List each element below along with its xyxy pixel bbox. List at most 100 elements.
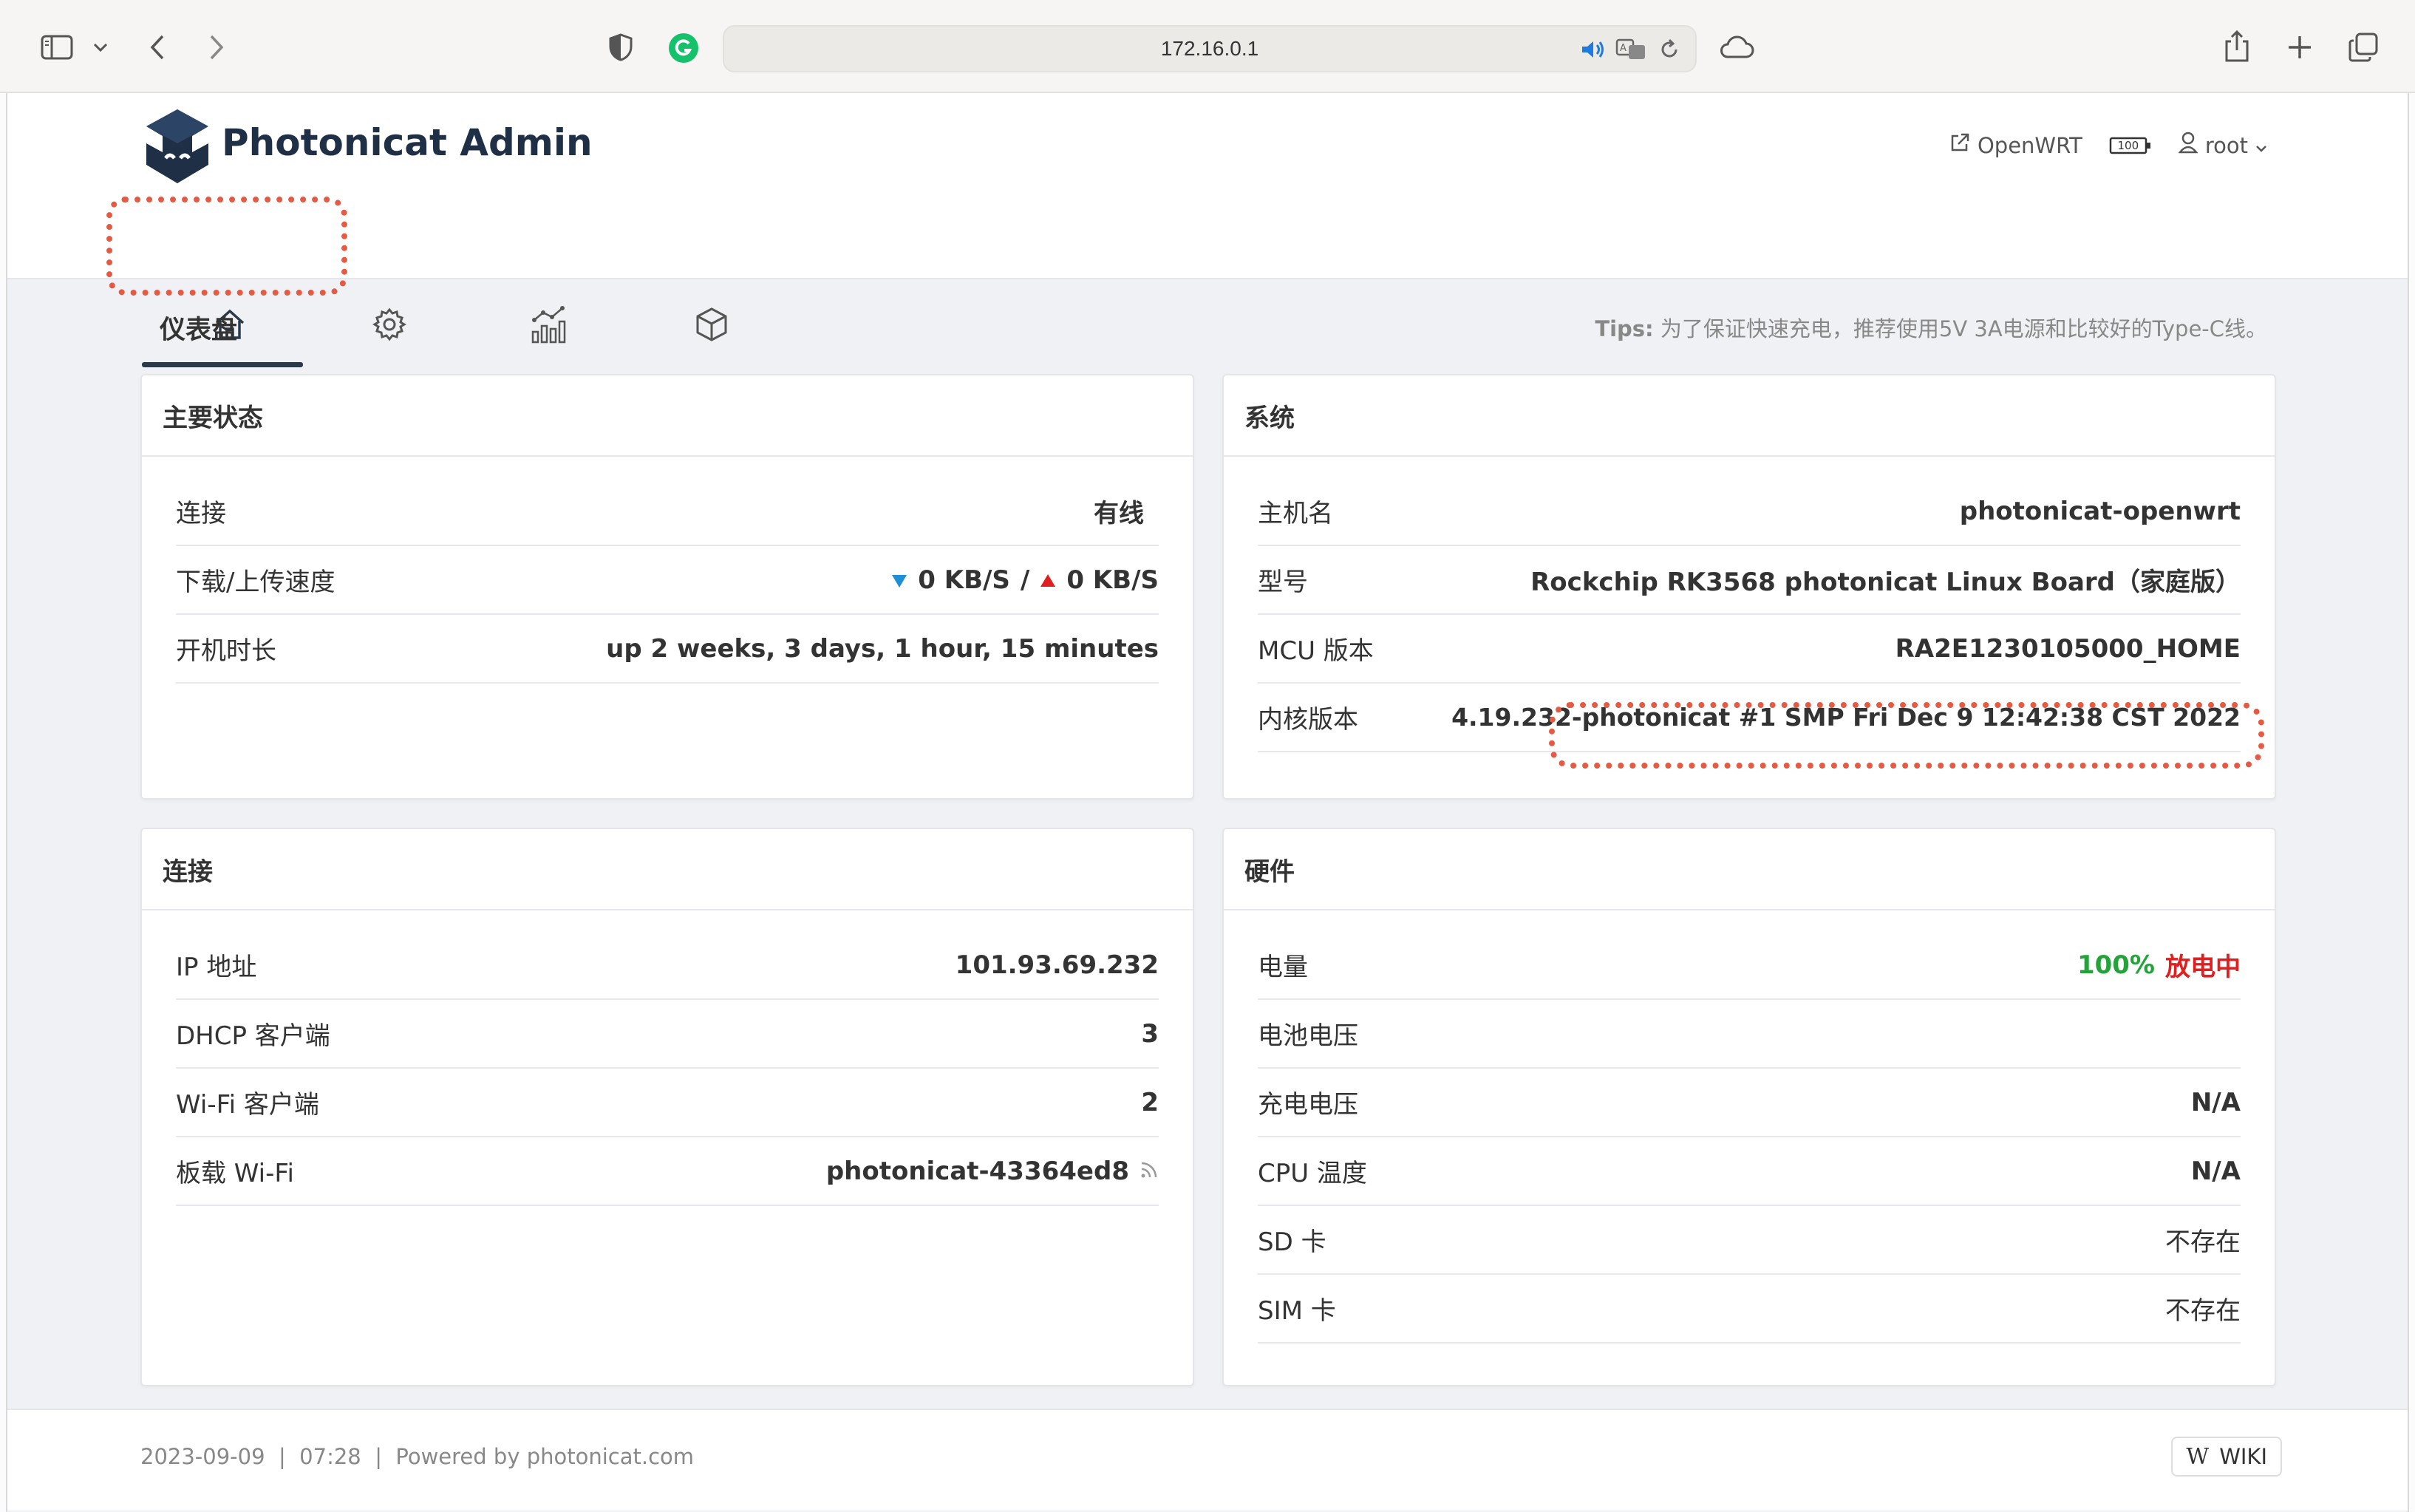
hardware-card: 硬件 电量 100% 放电中 电池电压 充电电压 N/A CPU 温度 N/A <box>1222 828 2276 1386</box>
sim-row: SIM 卡 不存在 <box>1258 1275 2241 1344</box>
settings-icon <box>372 307 407 345</box>
ip-value: 101.93.69.232 <box>955 950 1159 980</box>
row-label: 板载 Wi-Fi <box>176 1159 294 1188</box>
sd-row: SD 卡 不存在 <box>1258 1206 2241 1275</box>
footer-text: 2023-09-09 | 07:28 | Powered by photonic… <box>140 1444 695 1469</box>
wifi-ssid[interactable]: photonicat-43364ed8 <box>826 1157 1129 1186</box>
browser-toolbar: 172.16.0.1 A <box>0 0 2415 93</box>
battery-indicator: 100 <box>2109 136 2152 155</box>
wiki-label[interactable]: WIKI <box>2219 1444 2267 1469</box>
model-value: Rockchip RK3568 photonicat Linux Board（家… <box>1530 568 2241 597</box>
share-icon[interactable] <box>2223 28 2251 64</box>
download-arrow-icon <box>891 565 907 595</box>
row-label: 开机时长 <box>176 636 276 666</box>
onboard-wifi-value[interactable]: photonicat-43364ed8 <box>826 1157 1159 1186</box>
cloud-icon[interactable] <box>1717 33 1756 62</box>
sd-value: 不存在 <box>2165 1227 2241 1257</box>
mcu-row: MCU 版本 RA2E1230105000_HOME <box>1258 615 2241 684</box>
row-label: 电池电压 <box>1258 1021 1358 1051</box>
svg-text:A: A <box>1620 43 1627 54</box>
footer: 2023-09-09 | 07:28 | Powered by photonic… <box>7 1409 2408 1511</box>
rss-signal-icon <box>1140 1157 1159 1186</box>
tips-text: Tips: 为了保证快速充电，推荐使用5V 3A电源和比较好的Type-C线。 <box>1595 312 2267 343</box>
row-label: 电量 <box>1258 953 1308 982</box>
tabs-icon[interactable] <box>2347 31 2380 64</box>
battery-state: 放电中 <box>2165 953 2241 982</box>
charge-voltage-value: N/A <box>2190 1087 2241 1117</box>
forward-icon[interactable] <box>204 33 229 62</box>
chevron-down-icon <box>2255 133 2267 158</box>
battery-row: 电量 100% 放电中 <box>1258 931 2241 1000</box>
row-label: SIM 卡 <box>1258 1296 1336 1326</box>
row-label: IP 地址 <box>176 953 257 982</box>
connection-type: 有线 <box>1094 499 1144 528</box>
battery-level-text: 100 <box>2117 138 2139 152</box>
cpu-temp-row: CPU 温度 N/A <box>1258 1137 2241 1206</box>
row-label: 充电电压 <box>1258 1090 1358 1120</box>
hostname-row: 主机名 photonicat-openwrt <box>1258 477 2241 546</box>
download-speed: 0 KB/S <box>918 565 1010 595</box>
user-icon <box>2178 132 2198 159</box>
battery-voltage-row: 电池电压 <box>1258 1000 2241 1069</box>
connection-card: 连接 IP 地址 101.93.69.232 DHCP 客户端 3 Wi-Fi … <box>140 828 1194 1386</box>
new-tab-icon[interactable] <box>2285 33 2314 62</box>
wikipedia-icon: W <box>2186 1443 2210 1470</box>
mcu-value: RA2E1230105000_HOME <box>1895 633 2241 664</box>
shield-icon[interactable] <box>606 33 636 62</box>
grammarly-icon[interactable] <box>668 33 699 64</box>
row-label: 下载/上传速度 <box>176 568 335 597</box>
row-label: 内核版本 <box>1258 705 1358 735</box>
battery-percent: 100% <box>2077 950 2155 980</box>
openwrt-link[interactable]: OpenWRT <box>1949 132 2082 158</box>
tab-packages[interactable] <box>671 293 752 359</box>
url-text[interactable]: 172.16.0.1 <box>724 27 1695 71</box>
row-label: 型号 <box>1258 568 1308 597</box>
translate-icon[interactable]: A <box>1615 37 1648 62</box>
dhcp-row: DHCP 客户端 3 <box>176 1000 1159 1069</box>
row-label: Wi-Fi 客户端 <box>176 1090 319 1120</box>
reload-icon[interactable] <box>1657 37 1682 62</box>
wiki-button[interactable]: W WIKI <box>2171 1437 2282 1477</box>
chevron-down-icon[interactable] <box>90 37 111 58</box>
row-label: MCU 版本 <box>1258 636 1374 666</box>
uptime-value: up 2 weeks, 3 days, 1 hour, 15 minutes <box>606 633 1159 664</box>
system-card: 系统 主机名 photonicat-openwrt 型号 Rockchip RK… <box>1222 374 2276 800</box>
sim-value: 不存在 <box>2165 1296 2241 1326</box>
battery-value: 100% 放电中 <box>2077 947 2241 983</box>
brand-name[interactable]: Photonicat Admin <box>222 121 593 164</box>
connection-row: 连接 有线 <box>176 477 1159 546</box>
speaker-icon[interactable] <box>1580 37 1607 62</box>
chart-icon <box>530 304 571 348</box>
card-title: 系统 <box>1224 375 2275 457</box>
address-bar[interactable]: 172.16.0.1 A <box>723 25 1697 72</box>
openwrt-link-label[interactable]: OpenWRT <box>1978 133 2082 158</box>
active-tab-indicator <box>142 362 303 367</box>
external-link-icon <box>1949 132 1970 158</box>
back-icon[interactable] <box>145 33 170 62</box>
tips-message: 为了保证快速充电，推荐使用5V 3A电源和比较好的Type-C线。 <box>1660 316 2267 341</box>
charge-voltage-row: 充电电压 N/A <box>1258 1069 2241 1137</box>
user-name[interactable]: root <box>2205 133 2248 158</box>
highlight-annotation <box>106 197 347 296</box>
wifi-clients-row: Wi-Fi 客户端 2 <box>176 1069 1159 1137</box>
model-row: 型号 Rockchip RK3568 photonicat Linux Boar… <box>1258 546 2241 615</box>
hostname-value: photonicat-openwrt <box>1959 496 2241 526</box>
page-title: 仪表盘 <box>160 316 238 345</box>
speed-row: 下载/上传速度 0 KB/S / 0 KB/S <box>176 546 1159 615</box>
upload-speed: 0 KB/S <box>1066 565 1159 595</box>
sidebar-icon[interactable] <box>38 33 75 62</box>
row-label: 连接 <box>176 499 226 528</box>
dhcp-value: 3 <box>1141 1018 1159 1049</box>
tab-statistics[interactable] <box>510 293 591 359</box>
tab-settings[interactable] <box>349 293 430 359</box>
user-menu[interactable]: root <box>2178 132 2267 159</box>
main-status-card: 主要状态 连接 有线 下载/上传速度 0 KB/S / 0 KB/S 开机时长 … <box>140 374 1194 800</box>
row-label: CPU 温度 <box>1258 1159 1367 1188</box>
onboard-wifi-row: 板载 Wi-Fi photonicat-43364ed8 <box>176 1137 1159 1206</box>
card-title: 连接 <box>142 829 1193 910</box>
speed-separator: / <box>1020 565 1030 595</box>
uptime-row: 开机时长 up 2 weeks, 3 days, 1 hour, 15 minu… <box>176 615 1159 684</box>
photonicat-logo-icon[interactable] <box>140 106 214 186</box>
header-actions: OpenWRT 100 root <box>1949 132 2267 159</box>
speed-value: 0 KB/S / 0 KB/S <box>891 565 1159 595</box>
